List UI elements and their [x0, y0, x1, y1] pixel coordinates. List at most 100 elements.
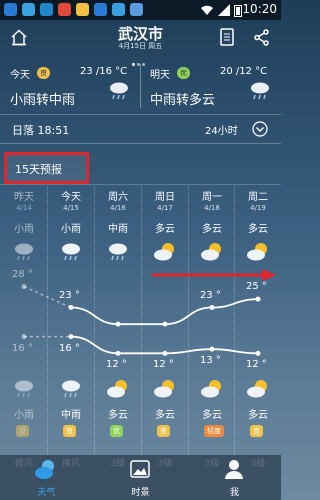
- header: 武汉市 4月15日 周五: [0, 20, 281, 66]
- temperature-chart: [21, 284, 261, 356]
- nav-weather-label: 天气: [37, 488, 56, 498]
- high-temp-line: [70, 298, 259, 326]
- document-icon[interactable]: [220, 28, 234, 46]
- forecast-date: 4/16: [110, 204, 126, 212]
- aq-badge: 良: [63, 425, 76, 437]
- notification-icon: [76, 3, 89, 16]
- forecast-night-condition: 多云: [155, 410, 175, 421]
- aq-badge: 良: [16, 425, 29, 437]
- notification-icon: [58, 3, 71, 16]
- tomorrow-aq-badge: 优: [177, 67, 190, 79]
- today-condition: 小雨转中雨: [10, 93, 76, 108]
- aq-badge: 良: [157, 425, 170, 437]
- high-temp-point: [209, 305, 215, 310]
- nav-weather[interactable]: 天气: [0, 455, 93, 500]
- nav-scenery[interactable]: 时景: [94, 455, 187, 500]
- forecast-day: 周六: [108, 192, 128, 203]
- rain-icon: [109, 243, 127, 261]
- low-temp-line: [70, 335, 259, 355]
- high-temp-point: [162, 321, 168, 327]
- battery-icon: [234, 5, 242, 17]
- forecast-tab[interactable]: 15天预报: [4, 152, 89, 184]
- forecast-column[interactable]: 今天 4/15 小雨: [47, 188, 95, 263]
- nav-me-label: 我: [229, 488, 239, 498]
- forecast-column[interactable]: 周六 4/16 中雨: [94, 188, 142, 263]
- aq-badge: 优: [110, 425, 123, 437]
- high-temp-label: 28 °: [12, 268, 33, 280]
- forecast-day-condition: 小雨: [14, 224, 34, 235]
- high-temp-point: [255, 296, 261, 302]
- divider: [0, 184, 281, 185]
- forecast-day-condition: 多云: [248, 224, 268, 235]
- high-temp-point: [68, 305, 74, 310]
- forecast-night-condition: 小雨: [14, 410, 34, 421]
- notification-icon: [94, 3, 107, 16]
- nav-me[interactable]: 我: [188, 455, 281, 500]
- forecast-day: 周二: [248, 192, 268, 203]
- forecast-date: 4/19: [250, 204, 266, 212]
- low-temp-label: 12 °: [106, 359, 127, 371]
- low-temp-point: [115, 350, 121, 356]
- tomorrow-summary[interactable]: 明天 优 20 /12 °C 中雨转多云: [141, 58, 281, 114]
- aq-badge: 轻度: [204, 425, 224, 437]
- forecast-date: 4/18: [204, 204, 220, 212]
- forecast-column[interactable]: 周日 4/17 多云: [141, 188, 189, 263]
- low-temp-point: [209, 346, 215, 352]
- tomorrow-temp: 20 /12 °C: [220, 66, 268, 77]
- forecast-column[interactable]: 昨天 4/14 小雨: [0, 188, 48, 263]
- forecast-date: 4/15: [63, 204, 79, 212]
- rain-icon: [15, 380, 33, 398]
- low-temp-label: 13 °: [200, 355, 221, 367]
- high-temp-label: 23 °: [200, 289, 221, 301]
- rain-icon: [62, 380, 80, 398]
- partly-cloudy-icon: [247, 243, 267, 261]
- low-temp-point: [255, 350, 261, 356]
- weather-icon: [35, 460, 54, 479]
- high-temp-point: [115, 321, 121, 327]
- hourly-toggle-label[interactable]: 24小时: [205, 122, 238, 137]
- rain-icon: [15, 243, 33, 261]
- high-temp-label: 23 °: [59, 289, 80, 301]
- notification-icon: [4, 3, 17, 16]
- low-temp-label: 12 °: [246, 359, 267, 371]
- today-summary[interactable]: 今天 良 23 /16 °C 小雨转中雨: [0, 58, 140, 114]
- aq-badge: 良: [250, 425, 263, 437]
- forecast-day: 周一: [202, 192, 222, 203]
- bottom-nav: 天气 时景 我: [0, 455, 281, 500]
- forecast-night-condition: 多云: [202, 410, 222, 421]
- share-icon[interactable]: [254, 29, 270, 46]
- signal-icon: [218, 4, 230, 16]
- low-temp-label: 16 °: [12, 342, 33, 354]
- today-aq-badge: 良: [37, 67, 50, 79]
- tomorrow-condition: 中雨转多云: [150, 93, 216, 108]
- low-temp-label: 16 °: [59, 342, 80, 354]
- partly-cloudy-icon: [107, 380, 127, 398]
- tomorrow-label: 明天: [150, 70, 170, 81]
- partly-cloudy-icon: [247, 380, 267, 398]
- chevron-down-icon[interactable]: [252, 121, 268, 137]
- low-temp-point: [21, 334, 27, 340]
- high-temp-label: 25 °: [246, 281, 267, 293]
- forecast-day: 周日: [155, 192, 175, 203]
- low-temp-point: [162, 350, 168, 356]
- partly-cloudy-icon: [154, 243, 174, 261]
- notification-icon: [22, 3, 35, 16]
- forecast-night-condition: 中雨: [61, 410, 81, 421]
- forecast-column[interactable]: 周二 4/19 多云: [234, 188, 282, 263]
- forecast-night-condition: 多云: [248, 410, 268, 421]
- wifi-icon: [201, 5, 213, 15]
- forecast-column[interactable]: 周一 4/18 多云: [188, 188, 236, 263]
- forecast-night-condition: 多云: [108, 410, 128, 421]
- sunset-row: 日落 18:51 24小时: [0, 114, 281, 144]
- high-temp-point: [21, 284, 27, 290]
- status-bar: 10:20: [0, 0, 281, 20]
- forecast-day: 今天: [61, 192, 81, 203]
- forecast-date: 4/17: [157, 204, 173, 212]
- today-temp: 23 /16 °C: [80, 66, 128, 77]
- rain-icon: [62, 243, 80, 261]
- notification-icon: [40, 3, 53, 16]
- low-temp-point: [68, 334, 74, 340]
- sunset-time: 日落 18:51: [12, 124, 70, 137]
- status-time: 10:20: [242, 2, 277, 16]
- low-temp-label: 12 °: [153, 359, 174, 371]
